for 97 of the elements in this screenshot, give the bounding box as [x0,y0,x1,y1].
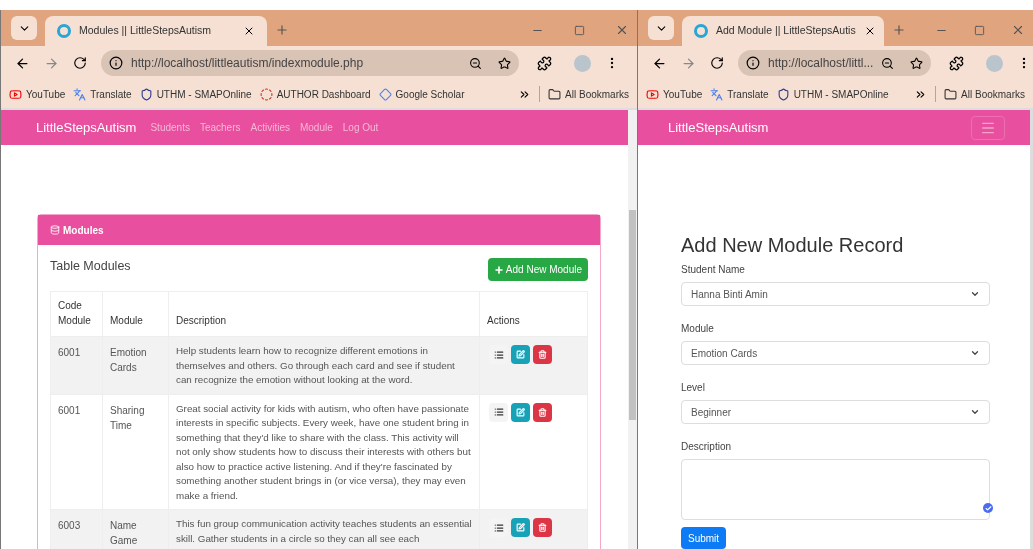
bookmark-link[interactable]: Translate [710,86,769,102]
column-header: Actions [479,291,588,337]
translate-icon [73,87,87,101]
close-tab-icon[interactable] [243,25,255,37]
bookmark-link[interactable]: YouTube [9,86,66,102]
tab-title: Add Module || LittleStepsAutis [716,23,856,39]
diamond-icon [378,87,392,101]
circle-icon [259,87,273,101]
trash-icon [538,523,547,532]
address-bar[interactable]: http://localhost/littl... [738,50,932,76]
chevron-down-icon [970,407,980,417]
table-cell: Help students learn how to recognize different emotions in themselves and others. Go through each card and see if student can recognize the emotion without looking at the word. [168,336,480,394]
tab-menu-button[interactable] [11,16,37,40]
edit-icon [516,523,525,532]
field-label: Description [681,440,733,454]
browser-tab[interactable]: Modules || LittleStepsAutism [45,16,267,46]
submit-button[interactable]: Submit [681,527,727,549]
table-cell: Emotion Cards [102,336,169,394]
column-header: Code Module [50,291,103,337]
browser-tab[interactable]: Add Module || LittleStepsAutis [682,16,884,46]
maximize-icon[interactable] [574,24,585,36]
table-cell: 6001 [50,394,103,510]
database-icon [50,225,60,235]
select-field[interactable]: Emotion Cards [681,341,990,365]
field-label: Module [681,322,715,336]
delete-button[interactable] [533,518,552,537]
url-text: http://localhost/littleautism/indexmodule.php [131,55,365,72]
forward-icon[interactable] [44,55,59,71]
chevron-down-icon [970,289,980,299]
forward-icon[interactable] [681,55,696,71]
scrollbar[interactable] [628,110,637,549]
shield-icon [139,87,153,101]
field-label: Student Name [681,263,746,277]
trash-icon [538,407,547,417]
edit-button[interactable] [511,518,530,537]
bookmark-link[interactable]: YouTube [646,86,703,102]
star-icon[interactable] [910,56,924,70]
list-icon [493,349,504,360]
folder-icon [944,87,958,101]
url-text: http://localhost/littl... [768,55,874,72]
bookmark-link[interactable]: UTHM - SMAPOnline [139,86,252,102]
info-icon [109,56,123,70]
back-icon[interactable] [15,55,30,71]
info-icon [746,56,760,70]
list-icon [493,522,504,533]
delete-button[interactable] [533,345,552,364]
plus-icon [493,264,504,275]
translate-icon [710,87,724,101]
table-cell: Sharing Time [102,394,169,510]
tab-menu-button[interactable] [648,16,674,40]
reload-icon[interactable] [73,56,87,70]
select-field[interactable]: Beginner [681,400,990,424]
bookmark-link[interactable]: Translate [73,86,132,102]
all-bookmarks-link[interactable]: All Bookmarks [548,86,629,102]
bookmark-link[interactable]: Google Scholar [378,86,465,102]
zoom-icon[interactable] [881,56,895,70]
tab-title: Modules || LittleStepsAutism [79,23,213,39]
column-header: Module [102,291,169,337]
bookmark-link[interactable]: AUTHOR Dashboard [259,86,371,102]
field-label: Level [681,381,706,395]
check-icon [984,504,992,512]
table-cell: 6001 [50,336,103,394]
extensions-icon[interactable] [949,55,965,71]
card-title: Modules [63,223,104,238]
reload-icon[interactable] [710,56,724,70]
site-logo-icon [57,24,71,38]
delete-button[interactable] [533,402,552,422]
select-field[interactable]: Hanna Binti Amin [681,282,990,306]
form-heading: Add New Module Record [681,233,905,257]
zoom-icon[interactable] [469,56,482,70]
maximize-icon[interactable] [974,24,985,36]
edit-button[interactable] [511,345,530,364]
edit-icon [516,350,525,359]
writing-assistant-icon[interactable] [983,503,993,513]
bookmark-link[interactable]: UTHM - SMAPOnline [776,86,889,102]
close-icon[interactable] [615,23,629,37]
trash-icon [538,350,547,359]
table-cell: 6003 [50,509,103,549]
column-header: Description [168,291,480,337]
folder-icon [548,87,562,101]
extensions-icon[interactable] [537,55,552,71]
list-icon [493,407,504,417]
video-icon [9,87,22,101]
table-cell: Great social activity for kids with autism, who often have passionate interests in specific subjects. Every week, have one student bring in something that they'd like to share with the class. This activity will not only show students how to discuss their interests with others but also how to practice active listening. And if they're fascinated by something another student brings in (or vice versa), they may even make a friend. [168,394,480,510]
all-bookmarks-link[interactable]: All Bookmarks [944,86,1025,102]
edit-button[interactable] [511,402,530,422]
chevron-down-icon [970,348,980,358]
star-icon[interactable] [498,56,511,70]
back-icon[interactable] [652,55,667,71]
address-bar[interactable]: http://localhost/littleautism/indexmodule.php [101,50,519,76]
close-icon[interactable] [1011,23,1025,37]
video-icon [646,87,659,101]
table-title: Table Modules [50,258,131,275]
shield-icon [776,87,790,101]
edit-icon [516,407,525,417]
site-logo-icon [694,24,708,38]
view-button[interactable] [489,402,508,422]
